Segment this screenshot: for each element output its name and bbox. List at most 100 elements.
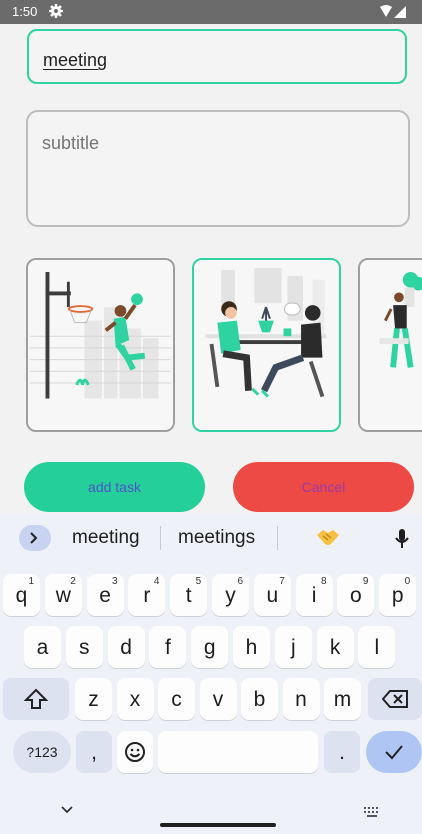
image-option-meeting[interactable] <box>192 258 341 432</box>
key-label: r <box>143 584 151 607</box>
key-hint-number: 8 <box>321 576 327 587</box>
key-hint-number: 7 <box>279 576 285 587</box>
key-g[interactable]: g <box>191 626 229 668</box>
key-u[interactable]: u7 <box>253 574 291 616</box>
key-label: f <box>164 636 171 659</box>
key-hint-number: 2 <box>70 576 76 587</box>
key-label: e <box>99 584 111 607</box>
gesture-nav-handle[interactable] <box>160 823 276 827</box>
key-hint-number: 4 <box>153 576 160 587</box>
add-task-button[interactable]: add task <box>24 462 205 512</box>
key-label: c <box>171 688 182 711</box>
key-label: m <box>333 688 352 711</box>
symbols-key[interactable]: ?123 <box>13 731 71 773</box>
shift-icon <box>24 688 48 709</box>
key-p[interactable]: p0 <box>379 574 417 616</box>
key-label: g <box>203 636 216 659</box>
cancel-button[interactable]: Cancel <box>233 462 414 512</box>
suggestion-strip: meeting meetings <box>0 514 422 560</box>
key-x[interactable]: x <box>116 678 154 720</box>
keyboard-switch-icon[interactable] <box>363 806 381 818</box>
spacebar-key[interactable] <box>158 731 318 773</box>
key-k[interactable]: k <box>316 626 354 668</box>
backspace-key[interactable] <box>368 678 422 720</box>
key-hint-number: 1 <box>28 576 34 587</box>
microphone-icon[interactable] <box>394 528 410 550</box>
key-label: n <box>295 688 307 711</box>
checkmark-icon <box>385 745 403 760</box>
key-d[interactable]: d <box>107 626 145 668</box>
key-v[interactable]: v <box>199 678 237 720</box>
key-label: x <box>129 688 141 711</box>
key-label: o <box>350 584 362 607</box>
key-i[interactable]: i8 <box>295 574 333 616</box>
key-m[interactable]: m <box>324 678 361 720</box>
key-label: z <box>88 688 99 711</box>
status-time: 1:50 <box>12 4 38 19</box>
phone-screen: 1:50 meeting subtitle add task Cancel me… <box>0 0 422 834</box>
suggestion-divider <box>160 526 161 550</box>
key-label: q <box>15 584 28 607</box>
meeting-illustration <box>194 260 339 430</box>
key-a[interactable]: a <box>24 626 61 668</box>
shift-key[interactable] <box>3 678 69 720</box>
soft-keyboard: meeting meetings ?123 , . q 1 w 2 e 3 r … <box>0 514 422 834</box>
key-o[interactable]: o9 <box>337 574 375 616</box>
comma-key[interactable]: , <box>76 731 112 773</box>
key-q[interactable]: q1 <box>3 574 40 616</box>
key-label: j <box>290 636 296 659</box>
key-hint-number: 0 <box>404 576 411 587</box>
backspace-icon <box>382 690 408 708</box>
status-bar: 1:50 <box>0 0 422 24</box>
suggestion-1[interactable]: meeting <box>72 527 140 549</box>
key-label: l <box>374 636 380 659</box>
key-r[interactable]: r4 <box>128 574 166 616</box>
subtitle-input[interactable]: subtitle <box>26 110 410 227</box>
wifi-signal-icon <box>380 5 406 18</box>
key-label: p <box>391 584 404 607</box>
key-y[interactable]: y6 <box>212 574 249 616</box>
key-label: d <box>120 636 132 659</box>
title-input[interactable]: meeting <box>27 29 407 84</box>
key-c[interactable]: c <box>158 678 195 720</box>
enter-key[interactable] <box>366 731 422 773</box>
key-label: w <box>55 584 71 607</box>
basketball-illustration <box>28 260 173 430</box>
key-t[interactable]: t5 <box>170 574 208 616</box>
handshake-emoji-icon[interactable] <box>316 526 340 548</box>
key-hint-number: 6 <box>237 576 243 587</box>
key-hint-number: 5 <box>195 576 202 587</box>
image-option-basketball[interactable] <box>26 258 175 432</box>
key-e[interactable]: e3 <box>86 574 124 616</box>
comma-key-label: , <box>91 741 97 764</box>
key-s[interactable]: s <box>65 626 103 668</box>
emoji-key[interactable] <box>117 731 153 773</box>
chevron-right-icon <box>30 532 38 544</box>
walking-person-illustration <box>360 260 422 430</box>
key-label: a <box>36 636 49 659</box>
key-h[interactable]: h <box>233 626 270 668</box>
key-label: s <box>79 636 90 659</box>
smiley-icon <box>125 742 145 762</box>
key-z[interactable]: z <box>75 678 112 720</box>
key-label: u <box>266 584 279 607</box>
period-key[interactable]: . <box>324 731 360 773</box>
subtitle-placeholder: subtitle <box>42 133 100 153</box>
key-b[interactable]: b <box>241 678 278 720</box>
key-f[interactable]: f <box>149 626 187 668</box>
key-label: h <box>245 636 258 659</box>
keyboard-menu-button[interactable] <box>19 525 51 551</box>
key-n[interactable]: n <box>282 678 320 720</box>
period-key-label: . <box>339 741 345 764</box>
key-w[interactable]: w2 <box>44 574 82 616</box>
key-hint-number: 3 <box>112 576 118 587</box>
suggestion-2[interactable]: meetings <box>178 527 255 549</box>
hide-keyboard-chevron-icon[interactable] <box>60 805 74 815</box>
image-option-walking[interactable] <box>358 258 422 432</box>
symbols-key-label: ?123 <box>26 744 58 760</box>
key-label: b <box>253 688 266 711</box>
key-l[interactable]: l <box>358 626 396 668</box>
key-j[interactable]: j <box>274 626 312 668</box>
title-input-value: meeting <box>43 50 108 70</box>
key-label: k <box>329 636 341 659</box>
